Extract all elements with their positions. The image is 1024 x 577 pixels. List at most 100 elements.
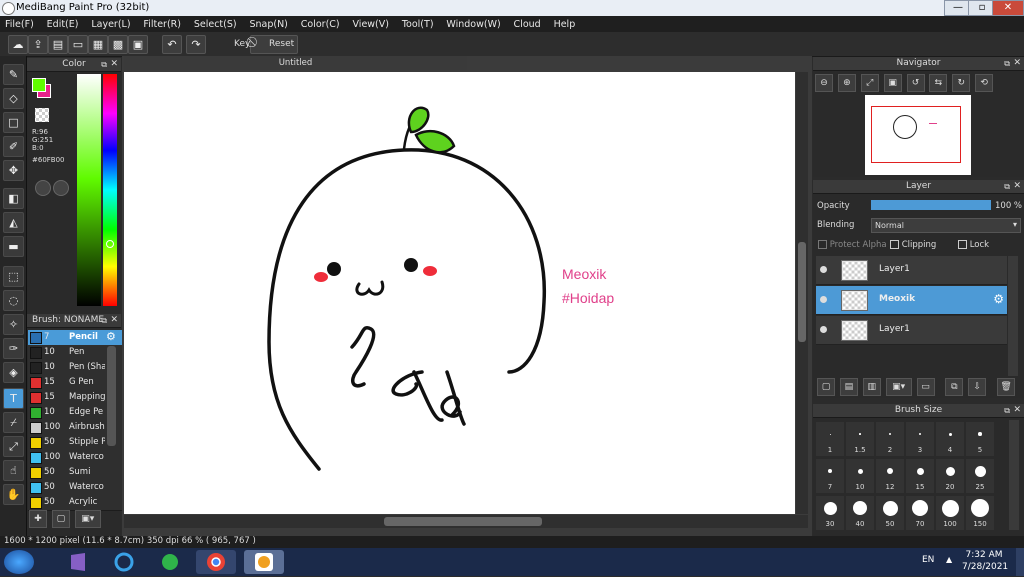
close-icon[interactable]: ✕ [110, 58, 118, 71]
brush-size-option[interactable]: 70 [906, 496, 934, 530]
new-brush-icon[interactable]: ▢ [51, 510, 70, 528]
close-icon[interactable]: ✕ [1013, 180, 1021, 193]
opacity-slider[interactable] [871, 200, 991, 210]
vertical-scrollbar[interactable] [796, 72, 808, 514]
chat-icon[interactable]: ▤ [48, 35, 68, 54]
protect-alpha-option[interactable]: Protect Alpha [818, 240, 887, 250]
brush-size-option[interactable]: 2 [876, 422, 904, 456]
rotate-left-icon[interactable]: ↺ [906, 74, 925, 92]
dock-icon[interactable]: ⧉ [1004, 57, 1010, 70]
actual-size-icon[interactable]: ▣ [883, 74, 902, 92]
grid-icon[interactable]: ▩ [108, 35, 128, 54]
trash-icon[interactable]: 🗑 [997, 378, 1016, 396]
document-icon[interactable]: ▦ [88, 35, 108, 54]
protect-alpha-checkbox[interactable] [818, 240, 827, 249]
menu-view[interactable]: View(V) [348, 16, 394, 30]
fill-tool-icon[interactable]: ◧ [3, 188, 24, 209]
brush-size-option[interactable]: 100 [936, 496, 964, 530]
dock-icon[interactable]: ⧉ [101, 58, 107, 71]
palette-icon[interactable] [35, 180, 51, 196]
select-eraser-tool-icon[interactable]: ◈ [3, 362, 24, 383]
eraser-tool-icon[interactable]: ◇ [3, 88, 24, 109]
close-icon[interactable]: ✕ [1013, 404, 1021, 417]
zoom-out-icon[interactable]: ⊖ [815, 74, 833, 92]
menu-filter[interactable]: Filter(R) [138, 16, 186, 30]
brush-size-option[interactable]: 3 [906, 422, 934, 456]
chevron-up-icon[interactable]: ▲ [946, 555, 952, 564]
drawing-canvas[interactable]: Meoxik #Hoidap [124, 72, 795, 514]
cloud-icon[interactable]: ☁ [8, 35, 28, 54]
shape-tool-icon[interactable]: □ [3, 112, 24, 133]
close-icon[interactable]: ✕ [110, 314, 118, 327]
brush-item[interactable]: 50 Acrylic [28, 495, 130, 511]
dock-icon[interactable]: ⧉ [1004, 404, 1010, 417]
brush-size-option[interactable]: 20 [936, 459, 964, 493]
brush-item[interactable]: 50 Sumi [28, 465, 130, 481]
brush-item-selected[interactable]: 7 Pencil ⚙ [28, 330, 130, 346]
menu-snap[interactable]: Snap(N) [244, 16, 292, 30]
comment-icon[interactable]: ▭ [68, 35, 88, 54]
eye-icon[interactable] [820, 296, 827, 303]
brush-size-option[interactable]: 15 [906, 459, 934, 493]
clipping-option[interactable]: Clipping [890, 240, 936, 250]
rotate-right-icon[interactable]: ↻ [952, 74, 971, 92]
menu-select[interactable]: Select(S) [189, 16, 242, 30]
close-button[interactable]: ✕ [992, 0, 1024, 16]
horizontal-scrollbar[interactable] [124, 515, 808, 528]
gear-icon[interactable]: ⚙ [106, 330, 116, 343]
brush-list-scrollbar[interactable] [107, 346, 116, 446]
layer-menu-icon[interactable]: ▣▾ [885, 378, 912, 396]
zoom-tool-icon[interactable]: ⤢ [3, 436, 24, 457]
bucket-tool-icon[interactable]: ◭ [3, 212, 24, 233]
brush-tool-icon[interactable]: ✎ [3, 64, 24, 85]
magic-wand-tool-icon[interactable]: ✧ [3, 314, 24, 335]
menu-color[interactable]: Color(C) [296, 16, 345, 30]
language-indicator[interactable]: EN [922, 555, 934, 565]
saturation-strip[interactable] [77, 74, 101, 306]
chrome-icon[interactable] [196, 550, 236, 574]
navigator-viewport[interactable] [871, 106, 961, 163]
brush-item[interactable]: 50 Waterco [28, 480, 130, 496]
layer-row[interactable]: Layer1 [816, 316, 1007, 345]
blending-select[interactable]: Normal ▾ [871, 218, 1021, 233]
lasso-tool-icon[interactable]: ◌ [3, 290, 24, 311]
undo-icon[interactable]: ↶ [162, 35, 182, 54]
menu-layer[interactable]: Layer(L) [86, 16, 135, 30]
brush-item[interactable]: 100 Waterco [28, 450, 130, 466]
medibang-icon[interactable] [244, 550, 284, 574]
flip-icon[interactable]: ⇆ [929, 74, 948, 92]
folder-icon[interactable]: ▭ [916, 378, 935, 396]
new-layer-icon[interactable]: ▢ [817, 378, 835, 396]
close-icon[interactable]: ✕ [1013, 57, 1021, 70]
text-tool-icon[interactable]: T [3, 388, 24, 409]
layer-scrollbar[interactable] [1008, 256, 1018, 376]
gear-icon[interactable]: ⚙ [993, 292, 1004, 306]
internet-explorer-icon[interactable] [104, 550, 144, 574]
export-icon[interactable]: ⇪ [28, 35, 48, 54]
brush-size-option[interactable]: 1.5 [846, 422, 874, 456]
select-tool-icon[interactable]: ⬚ [3, 266, 24, 287]
menu-cloud[interactable]: Cloud [509, 16, 546, 30]
start-button[interactable] [4, 550, 34, 574]
layer-row-selected[interactable]: Meoxik ⚙ [816, 286, 1007, 315]
zoom-in-icon[interactable]: ⊕ [837, 74, 856, 92]
show-desktop-button[interactable] [1016, 548, 1024, 576]
clock[interactable]: 7:32 AM 7/28/2021 [962, 549, 1008, 573]
brush-size-option[interactable]: 40 [846, 496, 874, 530]
gradient-tool-icon[interactable]: ▬ [3, 236, 24, 257]
tile-icon[interactable]: ▣ [128, 35, 148, 54]
visual-studio-icon[interactable] [58, 550, 98, 574]
brush-size-option[interactable]: 7 [816, 459, 844, 493]
eye-icon[interactable] [820, 266, 827, 273]
primary-color-swatch[interactable] [32, 78, 46, 92]
document-tab[interactable]: Untitled [124, 56, 467, 70]
brush-size-option[interactable]: 30 [816, 496, 844, 530]
vertical-scroll-thumb[interactable] [798, 242, 806, 342]
move-tool-icon[interactable]: ✥ [3, 160, 24, 181]
pen-tool-icon[interactable]: ✐ [3, 136, 24, 157]
hue-handle[interactable] [106, 240, 114, 248]
brush-size-option[interactable]: 50 [876, 496, 904, 530]
fit-icon[interactable]: ⤢ [860, 74, 879, 92]
reset-view-icon[interactable]: ⟲ [975, 74, 994, 92]
lock-option[interactable]: Lock [958, 240, 989, 250]
